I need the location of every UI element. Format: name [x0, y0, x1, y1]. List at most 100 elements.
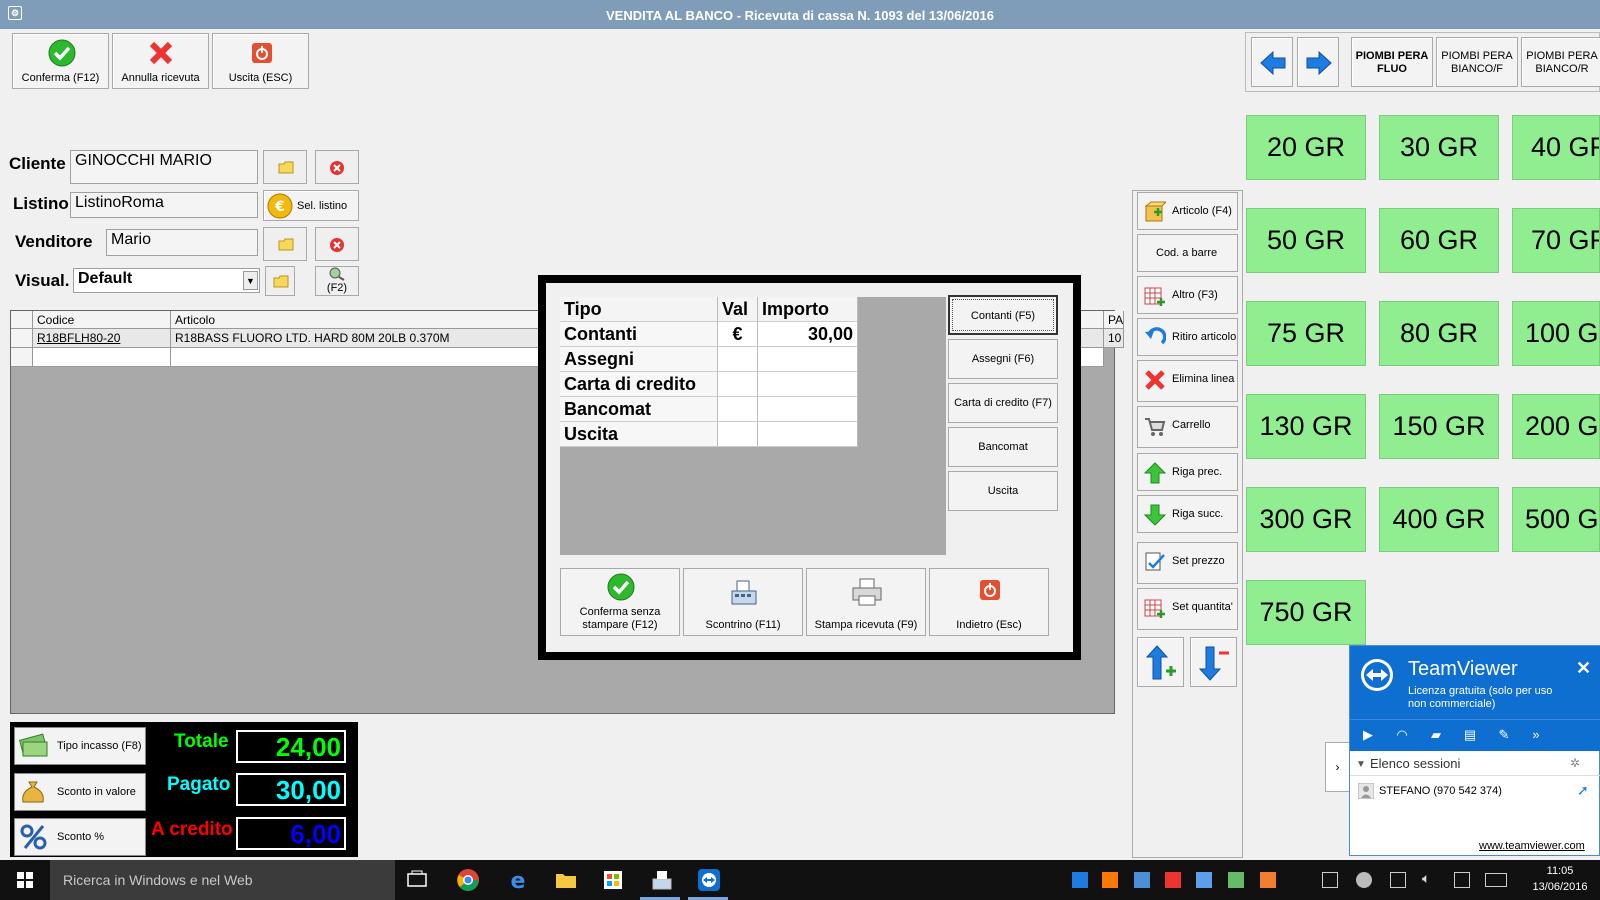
- increase-quantity-button[interactable]: [1137, 637, 1184, 687]
- chat-icon[interactable]: ▰: [1428, 728, 1444, 742]
- scontrino-button[interactable]: Scontrino (F11): [683, 568, 803, 636]
- tray-app-icon[interactable]: [1165, 872, 1181, 888]
- pos-app-icon[interactable]: [650, 868, 674, 892]
- payment-currency[interactable]: €: [718, 322, 758, 347]
- tray-app-icon[interactable]: [1072, 872, 1088, 888]
- close-icon[interactable]: ✕: [1576, 658, 1591, 679]
- listino-field[interactable]: ListinoRoma: [70, 192, 258, 218]
- weight-tile[interactable]: 70 GR: [1512, 208, 1600, 273]
- row-selector[interactable]: [11, 329, 33, 348]
- tools-icon[interactable]: ✎: [1496, 728, 1512, 742]
- payment-type-bancomat[interactable]: Bancomat: [560, 397, 718, 422]
- discount-percent-button[interactable]: Sconto %: [14, 818, 146, 856]
- weight-tile[interactable]: 30 GR: [1379, 115, 1499, 180]
- tray-app-icon[interactable]: [1196, 872, 1212, 888]
- cell-pa[interactable]: 10: [1104, 329, 1124, 348]
- venditore-field[interactable]: Mario: [106, 229, 258, 256]
- cancel-receipt-button[interactable]: Annulla ricevuta: [112, 33, 209, 89]
- discount-value-button[interactable]: Sconto in valore: [14, 773, 146, 811]
- next-category-button[interactable]: [1297, 37, 1339, 87]
- session-name[interactable]: STEFANO (970 542 374): [1379, 785, 1502, 797]
- delete-line-button[interactable]: Elimina linea: [1137, 360, 1238, 402]
- chrome-icon[interactable]: [456, 868, 480, 892]
- weight-tile[interactable]: 150 GR: [1379, 394, 1499, 459]
- category-piombi-pera-bianco-r[interactable]: PIOMBI PERA BIANCO/R: [1521, 37, 1600, 87]
- add-article-button[interactable]: Articolo (F4): [1137, 192, 1238, 230]
- payment-type-assegni[interactable]: Assegni: [560, 347, 718, 372]
- tray-app-icon[interactable]: [1102, 872, 1118, 888]
- set-quantity-button[interactable]: Set quantita': [1137, 588, 1238, 630]
- payment-amount[interactable]: [758, 372, 858, 397]
- carta-credito-button[interactable]: Carta di credito (F7): [948, 383, 1058, 423]
- weight-tile[interactable]: 50 GR: [1246, 208, 1366, 273]
- weight-tile[interactable]: 20 GR: [1246, 115, 1366, 180]
- column-header-pa[interactable]: PA: [1104, 311, 1124, 329]
- category-piombi-pera-fluo[interactable]: PIOMBI PERA FLUO: [1351, 37, 1433, 87]
- headset-icon[interactable]: ◠: [1394, 728, 1410, 742]
- confirm-button[interactable]: Conferma (F12): [12, 33, 109, 89]
- weight-tile[interactable]: 750 GR: [1246, 580, 1366, 645]
- back-button[interactable]: Indietro (Esc): [929, 568, 1049, 636]
- clock-time[interactable]: 11:05: [1535, 865, 1585, 877]
- cell-codice[interactable]: R18BFLH80-20: [33, 329, 171, 348]
- payment-amount[interactable]: [758, 347, 858, 372]
- payment-type-carta[interactable]: Carta di credito: [560, 372, 718, 397]
- teamviewer-taskbar-icon[interactable]: [697, 868, 721, 892]
- weight-tile[interactable]: 80 GR: [1379, 301, 1499, 366]
- chevron-down-icon[interactable]: ▼: [243, 271, 258, 290]
- payment-amount[interactable]: [758, 422, 858, 447]
- task-view-icon[interactable]: [405, 868, 429, 892]
- onedrive-icon[interactable]: [1356, 872, 1372, 888]
- next-row-button[interactable]: Riga succ.: [1137, 495, 1238, 533]
- payment-amount[interactable]: 30,00: [758, 322, 858, 347]
- weight-tile[interactable]: 75 GR: [1246, 301, 1366, 366]
- select-visual-button[interactable]: [265, 266, 295, 296]
- category-piombi-pera-bianco-f[interactable]: PIOMBI PERA BIANCO/F: [1436, 37, 1518, 87]
- cell-codice[interactable]: [33, 348, 171, 367]
- uscita-button[interactable]: Uscita: [948, 471, 1058, 511]
- video-icon[interactable]: ▶: [1360, 728, 1376, 742]
- clear-cliente-button[interactable]: [315, 150, 359, 184]
- print-receipt-button[interactable]: Stampa ricevuta (F9): [806, 568, 926, 636]
- confirm-no-print-button[interactable]: Conferma senza stampare (F12): [560, 568, 680, 636]
- files-icon[interactable]: ▤: [1462, 728, 1478, 742]
- return-article-button[interactable]: Ritiro articolo: [1137, 318, 1238, 356]
- weight-tile[interactable]: 500 GR: [1512, 487, 1600, 552]
- teamviewer-link[interactable]: www.teamviewer.com: [1479, 840, 1585, 852]
- column-header-codice[interactable]: Codice: [33, 311, 171, 329]
- search-f2-button[interactable]: (F2): [315, 266, 359, 296]
- payment-currency[interactable]: [718, 347, 758, 372]
- select-cliente-button[interactable]: [263, 150, 307, 184]
- volume-icon[interactable]: 🔈︎: [1422, 870, 1430, 887]
- bancomat-button[interactable]: Bancomat: [948, 427, 1058, 467]
- clock-date[interactable]: 13/06/2016: [1525, 881, 1595, 893]
- payment-currency[interactable]: [718, 397, 758, 422]
- collapse-triangle-icon[interactable]: ▼: [1356, 759, 1366, 770]
- cart-button[interactable]: Carrello: [1137, 406, 1238, 448]
- select-listino-button[interactable]: € Sel. listino: [263, 190, 359, 221]
- edge-icon[interactable]: e: [506, 868, 530, 892]
- notification-icon[interactable]: [1454, 872, 1470, 888]
- weight-tile[interactable]: 400 GR: [1379, 487, 1499, 552]
- more-icon[interactable]: »: [1528, 728, 1544, 742]
- search-box[interactable]: Ricerca in Windows e nel Web: [50, 860, 395, 900]
- assegni-button[interactable]: Assegni (F6): [948, 339, 1058, 379]
- payment-amount[interactable]: [758, 397, 858, 422]
- weight-tile[interactable]: 130 GR: [1246, 394, 1366, 459]
- visual-select[interactable]: Default ▼: [73, 268, 260, 293]
- monitor-icon[interactable]: [1390, 872, 1406, 888]
- teamviewer-expand-button[interactable]: ›: [1325, 742, 1350, 792]
- other-button[interactable]: Altro (F3): [1137, 276, 1238, 314]
- weight-tile[interactable]: 200 GR: [1512, 394, 1600, 459]
- tray-app-icon[interactable]: [1260, 872, 1276, 888]
- payment-type-uscita[interactable]: Uscita: [560, 422, 718, 447]
- select-venditore-button[interactable]: [263, 227, 307, 261]
- contanti-button[interactable]: Contanti (F5): [948, 295, 1058, 335]
- store-icon[interactable]: [601, 868, 625, 892]
- keyboard-icon[interactable]: [1485, 873, 1507, 887]
- decrease-quantity-button[interactable]: [1190, 637, 1237, 687]
- exit-button[interactable]: Uscita (ESC): [212, 33, 309, 89]
- previous-row-button[interactable]: Riga prec.: [1137, 453, 1238, 491]
- clear-venditore-button[interactable]: [315, 227, 359, 261]
- weight-tile[interactable]: 100 GR: [1512, 301, 1600, 366]
